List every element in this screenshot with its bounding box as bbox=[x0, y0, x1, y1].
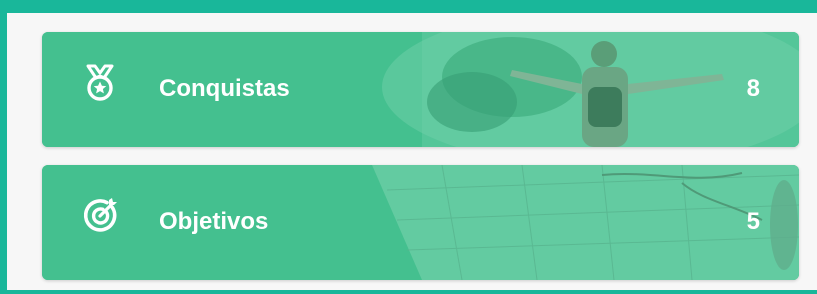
goals-count: 5 bbox=[746, 208, 760, 235]
goals-label: Objetivos bbox=[159, 208, 269, 235]
panel-bottom-border bbox=[0, 290, 817, 294]
goals-card[interactable]: Objetivos 5 bbox=[42, 165, 799, 280]
achievements-label: Conquistas bbox=[159, 75, 290, 102]
achievements-background-photo bbox=[42, 32, 799, 147]
target-icon bbox=[80, 196, 120, 236]
achievements-count: 8 bbox=[746, 75, 760, 102]
achievements-card[interactable]: Conquistas 8 bbox=[42, 32, 799, 147]
medal-icon bbox=[80, 63, 120, 103]
goals-background-photo bbox=[42, 165, 799, 280]
